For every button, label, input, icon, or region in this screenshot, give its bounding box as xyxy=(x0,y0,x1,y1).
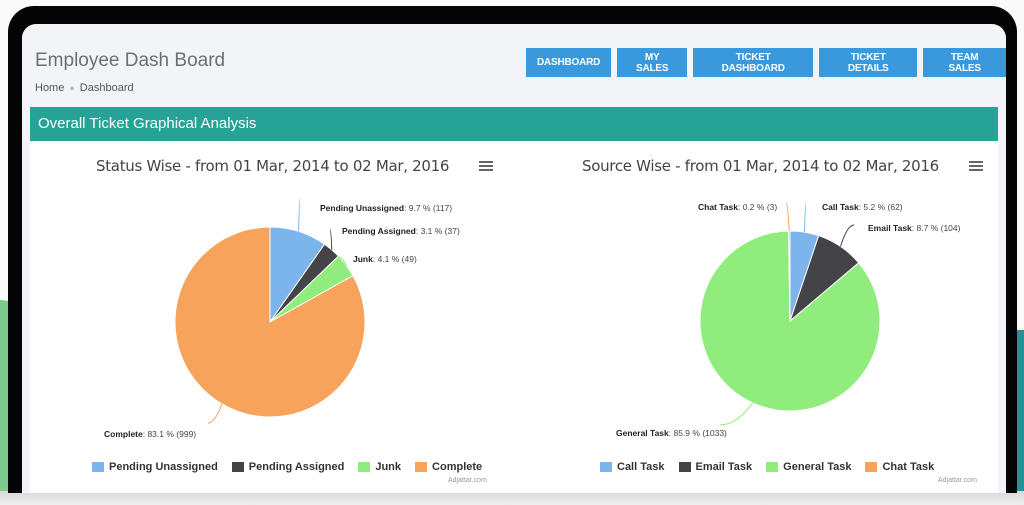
status-wise-chart: Status Wise - from 01 Mar, 2014 to 02 Ma… xyxy=(30,141,514,493)
chart-legend: Call Task Email Task General Task Chat Task xyxy=(600,461,934,473)
data-label-chat-task: Chat Task: 0.2 % (3) xyxy=(698,202,777,212)
team-sales-button[interactable]: TEAM SALES xyxy=(923,48,1006,77)
legend-label: Chat Task xyxy=(882,461,935,473)
legend-item-pending-unassigned[interactable]: Pending Unassigned xyxy=(92,461,218,473)
breadcrumb-current: Dashboard xyxy=(79,82,134,94)
page-title: Employee Dash Board xyxy=(35,50,226,71)
connector-complete xyxy=(207,403,223,424)
section-header: Overall Ticket Graphical Analysis xyxy=(30,107,998,141)
pie-svg: Pending Unassigned: 9.7 % (117) Pending A… xyxy=(104,198,460,439)
screen: Employee Dash Board Home ● Dashboard DASHB… xyxy=(22,24,1006,493)
legend-label: Pending Assigned xyxy=(248,461,345,473)
connector-pending-unassigned xyxy=(298,198,301,232)
ticket-details-button[interactable]: TICKET DETAILS xyxy=(819,48,918,77)
legend-label: Call Task xyxy=(617,461,665,473)
legend-label: General Task xyxy=(783,461,852,473)
legend-swatch xyxy=(92,462,104,472)
legend-item-junk[interactable]: Junk xyxy=(358,461,401,473)
chart-credit: Adjattar.com xyxy=(448,477,487,484)
connector-pending-assigned xyxy=(329,228,333,250)
legend-label: Pending Unassigned xyxy=(109,461,218,473)
pie-svg: Call Task: 5.2 % (62) Email Task: 8.7 % (… xyxy=(616,202,961,438)
data-label-general-task: General Task: 85.9 % (1033) xyxy=(616,428,727,438)
data-label-email-task: Email Task: 8.7 % (104) xyxy=(868,223,961,233)
desk-surface xyxy=(0,491,1024,505)
legend-swatch xyxy=(865,462,878,472)
legend-label: Complete xyxy=(432,461,483,473)
chart-credit: Adjattar.com xyxy=(938,477,977,484)
dashboard-button[interactable]: DASHBOARD xyxy=(526,48,612,77)
data-label-junk: Junk: 4.1 % (49) xyxy=(353,254,417,264)
legend-item-pending-assigned[interactable]: Pending Assigned xyxy=(231,461,345,473)
legend-item-chat-task[interactable]: Chat Task xyxy=(865,461,934,473)
legend-swatch xyxy=(358,462,371,472)
breadcrumb-home[interactable]: Home xyxy=(35,82,64,94)
legend-swatch xyxy=(600,462,612,472)
legend-swatch xyxy=(766,462,779,472)
legend-item-complete[interactable]: Complete xyxy=(415,461,482,473)
connector-call-task xyxy=(804,202,807,233)
connector-chat-task xyxy=(785,202,790,232)
data-label-complete: Complete: 83.1 % (999) xyxy=(104,429,196,439)
data-label-call-task: Call Task: 5.2 % (62) xyxy=(822,202,903,212)
legend-item-general-task[interactable]: General Task xyxy=(766,461,851,473)
legend-swatch xyxy=(415,462,428,472)
charts-panel: Status Wise - from 01 Mar, 2014 to 02 Ma… xyxy=(30,141,998,493)
legend-item-call-task[interactable]: Call Task xyxy=(600,461,665,473)
my-sales-button[interactable]: MY SALES xyxy=(617,48,688,77)
legend-label: Email Task xyxy=(695,461,753,473)
chart-legend: Pending Unassigned Pending Assigned Junk Co… xyxy=(92,461,482,473)
data-label-pending-assigned: Pending Assigned: 3.1 % (37) xyxy=(342,226,460,236)
legend-swatch xyxy=(678,462,691,472)
data-label-pending-unassigned: Pending Unassigned: 9.7 % (117) xyxy=(320,203,452,213)
top-nav: DASHBOARD MY SALES TICKET DASHBOARD TICK… xyxy=(526,48,1006,77)
legend-item-email-task[interactable]: Email Task xyxy=(678,461,753,473)
breadcrumb-separator-icon: ● xyxy=(69,83,75,93)
connector-general-task xyxy=(719,402,754,426)
breadcrumb: Home ● Dashboard xyxy=(35,82,134,94)
legend-label: Junk xyxy=(375,461,402,473)
ticket-dashboard-button[interactable]: TICKET DASHBOARD xyxy=(693,48,814,77)
legend-swatch xyxy=(231,462,244,472)
connector-email-task xyxy=(840,224,855,247)
source-wise-chart: Source Wise - from 01 Mar, 2014 to 02 Ma… xyxy=(514,141,998,493)
